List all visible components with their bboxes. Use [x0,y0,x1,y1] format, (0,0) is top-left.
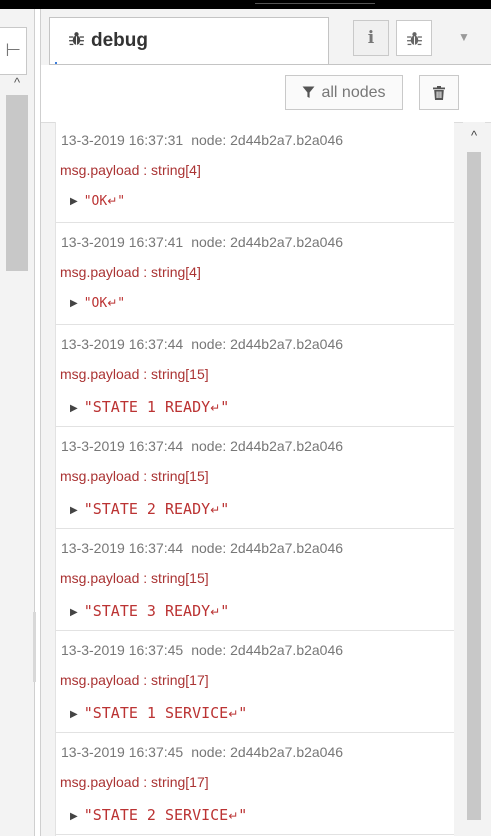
debug-message[interactable]: 13-3-2019 16:37:45 node: 2d44b2a7.b2a046 m… [56,734,454,835]
payload-text: "OK [83,296,108,311]
bug-icon [68,30,85,52]
payload-text-end: " [220,398,230,416]
message-timestamp: 13-3-2019 16:37:45 [61,642,184,658]
debug-message[interactable]: 13-3-2019 16:37:44 node: 2d44b2a7.b2a046 m… [56,530,454,631]
message-metadata: 13-3-2019 16:37:44 node: 2d44b2a7.b2a046 [61,438,343,454]
debug-tab-button[interactable] [396,20,432,56]
payload-text: "STATE 1 READY [83,398,211,416]
return-icon: ↵ [210,605,221,619]
message-metadata: 13-3-2019 16:37:31 node: 2d44b2a7.b2a046 [61,132,343,148]
left-sidebar-panel: ⊢ ^ [0,9,35,836]
caret-right-icon[interactable]: ▶ [70,298,78,309]
message-topic: msg.payload : string[4] [60,264,201,280]
return-icon: ↵ [210,503,221,517]
caret-right-icon[interactable]: ▶ [70,607,78,618]
sidebar-resize-handle[interactable] [33,612,36,682]
return-icon: ↵ [228,707,239,721]
debug-message[interactable]: 13-3-2019 16:37:45 node: 2d44b2a7.b2a046 m… [56,632,454,733]
message-topic: msg.payload : string[15] [60,366,209,382]
message-list-scrollbar[interactable]: ^ [463,122,485,836]
collapse-icon[interactable]: ⊢ [5,40,21,61]
message-node-id[interactable]: node: 2d44b2a7.b2a046 [191,540,343,556]
caret-right-icon[interactable]: ▶ [70,403,78,414]
filter-label: all nodes [321,83,386,101]
return-icon: ↵ [107,296,118,310]
clear-messages-button[interactable] [419,75,459,110]
payload-text-end: " [238,806,248,824]
message-timestamp: 13-3-2019 16:37:31 [61,132,184,148]
tab-debug-label: debug [91,30,148,51]
debug-toolbar: all nodes [41,65,491,123]
message-payload[interactable]: ▶ "OK↵" [70,296,125,311]
message-metadata: 13-3-2019 16:37:45 node: 2d44b2a7.b2a046 [61,744,343,760]
caret-right-icon[interactable]: ▶ [70,505,78,516]
message-metadata: 13-3-2019 16:37:44 node: 2d44b2a7.b2a046 [61,540,343,556]
message-topic: msg.payload : string[17] [60,672,209,688]
bug-icon [406,28,423,47]
scroll-up-button[interactable]: ^ [463,128,485,143]
info-button[interactable]: i [353,20,389,56]
message-topic: msg.payload : string[17] [60,774,209,790]
caret-right-icon[interactable]: ▶ [70,811,78,822]
message-payload[interactable]: ▶ "OK↵" [70,194,125,209]
debug-message[interactable]: 13-3-2019 16:37:44 node: 2d44b2a7.b2a046 m… [56,326,454,427]
debug-sidebar: debug i ▼ all nodes 13-3-2019 16:37:31 no… [40,9,491,836]
payload-text-end: " [117,194,126,209]
caret-right-icon[interactable]: ▶ [70,196,78,207]
info-icon: i [367,28,375,48]
debug-message[interactable]: 13-3-2019 16:37:31 node: 2d44b2a7.b2a046 m… [56,122,454,223]
filter-icon [303,86,315,98]
tab-menu-button[interactable]: ▼ [446,20,482,56]
top-bar-line [255,3,375,4]
left-scroll-up-button[interactable]: ^ [8,75,26,91]
payload-text: "STATE 1 SERVICE [83,704,229,722]
message-node-id[interactable]: node: 2d44b2a7.b2a046 [191,132,343,148]
return-icon: ↵ [228,809,239,823]
message-topic: msg.payload : string[15] [60,570,209,586]
focus-marker [55,62,57,64]
message-metadata: 13-3-2019 16:37:45 node: 2d44b2a7.b2a046 [61,642,343,658]
message-payload[interactable]: ▶ "STATE 3 READY↵" [70,602,229,620]
tab-debug[interactable]: debug [49,17,329,64]
top-bar [0,0,491,9]
left-sidebar-tab[interactable]: ⊢ [0,27,27,75]
message-node-id[interactable]: node: 2d44b2a7.b2a046 [191,336,343,352]
filter-button[interactable]: all nodes [285,75,403,110]
payload-text-end: " [220,602,230,620]
caret-right-icon[interactable]: ▶ [70,709,78,720]
scrollbar-thumb[interactable] [467,152,481,820]
payload-text: "STATE 2 READY [83,500,211,518]
message-node-id[interactable]: node: 2d44b2a7.b2a046 [191,642,343,658]
message-timestamp: 13-3-2019 16:37:41 [61,234,184,250]
payload-text-end: " [117,296,126,311]
message-node-id[interactable]: node: 2d44b2a7.b2a046 [191,744,343,760]
left-scrollbar-thumb[interactable] [6,95,28,271]
payload-text-end: " [238,704,248,722]
message-payload[interactable]: ▶ "STATE 2 SERVICE↵" [70,806,247,824]
chevron-down-icon: ▼ [458,30,470,44]
trash-icon [433,85,445,100]
message-topic: msg.payload : string[4] [60,162,201,178]
message-payload[interactable]: ▶ "STATE 1 SERVICE↵" [70,704,247,722]
return-icon: ↵ [210,401,221,415]
debug-message-list: 13-3-2019 16:37:31 node: 2d44b2a7.b2a046 m… [55,122,454,836]
payload-text: "STATE 3 READY [83,602,211,620]
message-payload[interactable]: ▶ "STATE 2 READY↵" [70,500,229,518]
debug-message[interactable]: 13-3-2019 16:37:41 node: 2d44b2a7.b2a046 m… [56,224,454,325]
message-timestamp: 13-3-2019 16:37:44 [61,540,184,556]
message-node-id[interactable]: node: 2d44b2a7.b2a046 [191,438,343,454]
debug-message[interactable]: 13-3-2019 16:37:44 node: 2d44b2a7.b2a046 m… [56,428,454,529]
message-timestamp: 13-3-2019 16:37:44 [61,438,184,454]
payload-text-end: " [220,500,230,518]
message-timestamp: 13-3-2019 16:37:45 [61,744,184,760]
payload-text: "STATE 2 SERVICE [83,806,229,824]
message-node-id[interactable]: node: 2d44b2a7.b2a046 [191,234,343,250]
message-payload[interactable]: ▶ "STATE 1 READY↵" [70,398,229,416]
message-metadata: 13-3-2019 16:37:44 node: 2d44b2a7.b2a046 [61,336,343,352]
return-icon: ↵ [107,194,118,208]
message-topic: msg.payload : string[15] [60,468,209,484]
payload-text: "OK [83,194,108,209]
message-metadata: 13-3-2019 16:37:41 node: 2d44b2a7.b2a046 [61,234,343,250]
message-timestamp: 13-3-2019 16:37:44 [61,336,184,352]
